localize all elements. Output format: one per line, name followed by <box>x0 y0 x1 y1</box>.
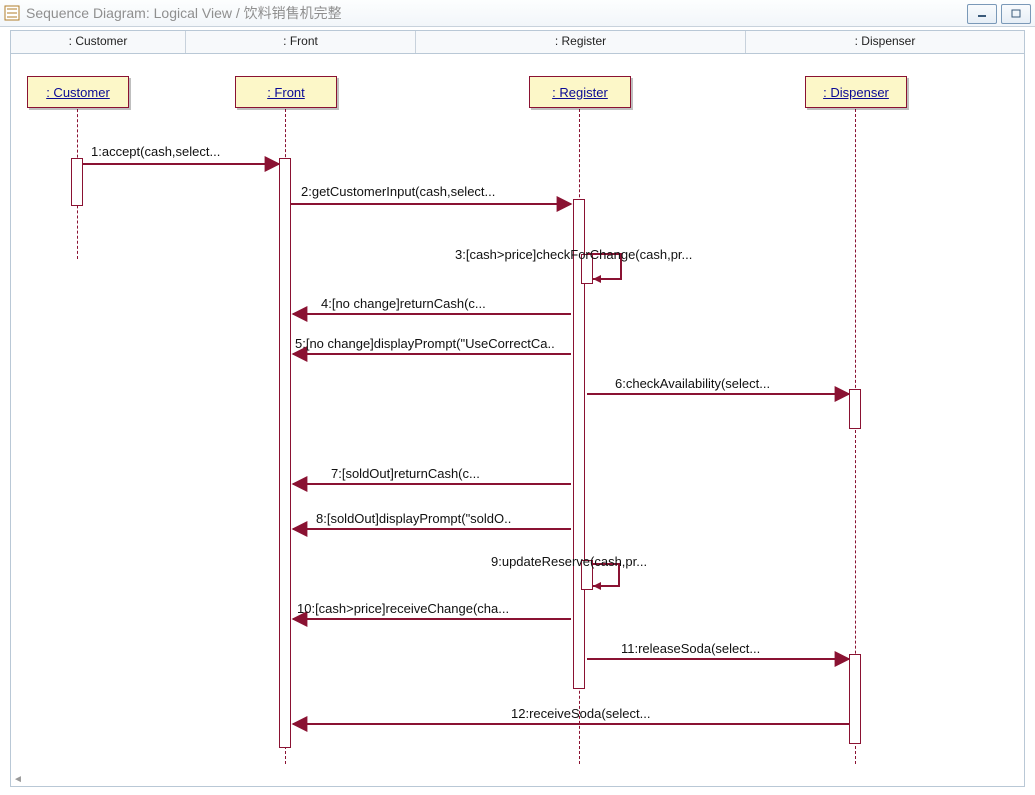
object-register-label: : Register <box>552 85 608 100</box>
diagram-canvas[interactable]: : Customer : Front : Register : Dispense… <box>10 54 1025 787</box>
msg-7-label[interactable]: 7:[soldOut]returnCash(c... <box>331 466 480 481</box>
msg-2-label[interactable]: 2:getCustomerInput(cash,select... <box>301 184 495 199</box>
column-header-customer[interactable]: : Customer <box>11 31 186 53</box>
object-register[interactable]: : Register <box>529 76 631 108</box>
minimize-button[interactable] <box>967 4 997 24</box>
object-customer-label: : Customer <box>46 85 110 100</box>
window-title-text: Sequence Diagram: Logical View / 饮料销售机完整 <box>26 3 342 23</box>
object-front[interactable]: : Front <box>235 76 337 108</box>
activation-dispenser-6 <box>849 389 861 429</box>
column-header-row: : Customer : Front : Register : Dispense… <box>10 30 1025 54</box>
diagram-icon <box>4 5 20 21</box>
msg-6-label[interactable]: 6:checkAvailability(select... <box>615 376 770 391</box>
column-header-front[interactable]: : Front <box>186 31 416 53</box>
column-header-register[interactable]: : Register <box>416 31 746 53</box>
object-dispenser[interactable]: : Dispenser <box>805 76 907 108</box>
object-dispenser-label: : Dispenser <box>823 85 889 100</box>
activation-customer-1 <box>71 158 83 206</box>
window-buttons <box>967 4 1031 24</box>
scroll-left-icon[interactable]: ◄ <box>11 772 25 786</box>
window-titlebar: Sequence Diagram: Logical View / 饮料销售机完整 <box>0 0 1035 27</box>
msg-4-label[interactable]: 4:[no change]returnCash(c... <box>321 296 486 311</box>
activation-front-1 <box>279 158 291 748</box>
activation-dispenser-11 <box>849 654 861 744</box>
sequence-diagram-window: Sequence Diagram: Logical View / 饮料销售机完整… <box>0 0 1035 795</box>
diagram-svg <box>11 54 1024 787</box>
msg-11-label[interactable]: 11:releaseSoda(select... <box>621 641 760 656</box>
object-front-label: : Front <box>267 85 305 100</box>
msg-3-label[interactable]: 3:[cash>price]checkForChange(cash,pr... <box>455 247 692 262</box>
msg-8-label[interactable]: 8:[soldOut]displayPrompt("soldO.. <box>316 511 511 526</box>
msg-10-label[interactable]: 10:[cash>price]receiveChange(cha... <box>297 601 509 616</box>
msg-9-label[interactable]: 9:updateReserve(cash,pr... <box>491 554 647 569</box>
object-customer[interactable]: : Customer <box>27 76 129 108</box>
msg-12-label[interactable]: 12:receiveSoda(select... <box>511 706 650 721</box>
msg-1-label[interactable]: 1:accept(cash,select... <box>91 144 220 159</box>
column-header-dispenser[interactable]: : Dispenser <box>746 31 1024 53</box>
msg-5-label[interactable]: 5:[no change]displayPrompt("UseCorrectCa… <box>295 336 555 351</box>
maximize-button[interactable] <box>1001 4 1031 24</box>
